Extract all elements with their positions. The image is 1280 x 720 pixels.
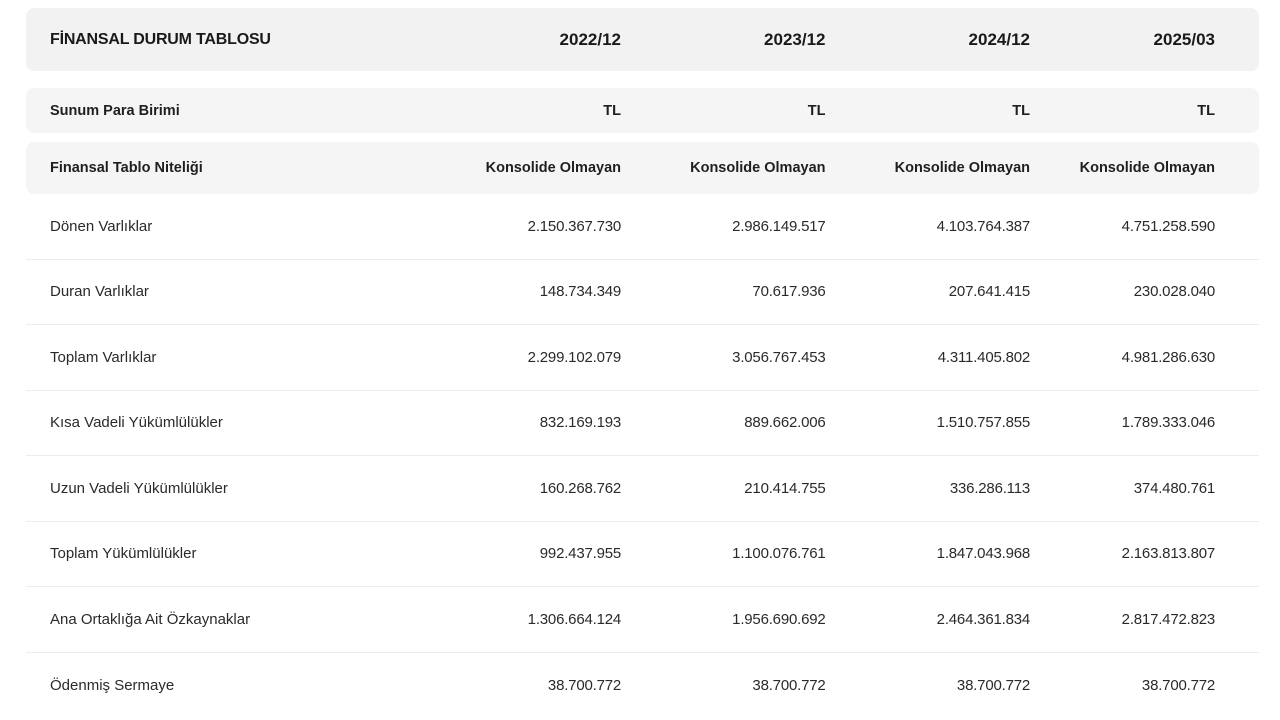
- row-value: 38.700.772: [752, 676, 826, 694]
- row-label: Toplam Varlıklar: [50, 348, 157, 366]
- row-label: Dönen Varlıklar: [50, 217, 153, 235]
- row-label: Kısa Vadeli Yükümlülükler: [50, 414, 223, 432]
- table-row: Duran Varlıklar 148.734.349 70.617.936 2…: [26, 260, 1259, 325]
- row-value: 160.268.762: [539, 479, 621, 497]
- row-value: 4.981.286.630: [1121, 348, 1216, 366]
- row-value: Konsolide Olmayan: [1079, 160, 1215, 176]
- row-value: 38.700.772: [547, 676, 621, 694]
- row-value: 4.103.764.387: [936, 217, 1031, 235]
- period-header: 2023/12: [764, 29, 826, 49]
- row-value: 230.028.040: [1133, 283, 1215, 301]
- table-row: Toplam Yükümlülükler 992.437.955 1.100.0…: [26, 522, 1259, 587]
- row-value: 2.163.813.807: [1121, 545, 1216, 563]
- row-value: 1.510.757.855: [936, 414, 1031, 432]
- currency-row: Sunum Para Birimi TL TL TL TL: [26, 88, 1259, 133]
- period-header: 2024/12: [968, 29, 1030, 49]
- period-header: 2022/12: [559, 29, 621, 49]
- row-value: TL: [603, 102, 621, 119]
- row-value: 4.311.405.802: [937, 348, 1030, 366]
- row-value: TL: [1012, 102, 1030, 119]
- row-value: 1.847.043.968: [936, 545, 1031, 563]
- row-value: 38.700.772: [1141, 676, 1215, 694]
- table-row: Ödenmiş Sermaye 38.700.772 38.700.772 38…: [26, 653, 1259, 719]
- row-label: Uzun Vadeli Yükümlülükler: [50, 479, 228, 497]
- row-value: 1.789.333.046: [1121, 414, 1216, 432]
- statement-type-row: Finansal Tablo Niteliği Konsolide Olmaya…: [26, 142, 1259, 194]
- table-row: Uzun Vadeli Yükümlülükler 160.268.762 21…: [26, 456, 1259, 522]
- table-header: FİNANSAL DURUM TABLOSU 2022/12 2023/12 2…: [26, 8, 1259, 71]
- row-value: 207.641.415: [948, 283, 1030, 301]
- row-value: 2.986.149.517: [732, 217, 826, 235]
- row-value: 889.662.006: [744, 414, 826, 432]
- row-label: Sunum Para Birimi: [50, 102, 180, 119]
- row-value: 2.299.102.079: [527, 348, 622, 366]
- row-value: Konsolide Olmayan: [894, 160, 1030, 176]
- table-row: Toplam Varlıklar 2.299.102.079 3.056.767…: [26, 325, 1259, 391]
- row-value: 374.480.761: [1133, 479, 1215, 497]
- row-label: Toplam Yükümlülükler: [50, 545, 197, 563]
- financial-statement-table: FİNANSAL DURUM TABLOSU 2022/12 2023/12 2…: [26, 8, 1259, 718]
- row-value: 1.100.076.761: [732, 545, 826, 563]
- row-value: 832.169.193: [539, 414, 621, 432]
- row-label: Duran Varlıklar: [50, 283, 149, 301]
- row-value: 336.286.113: [949, 479, 1030, 497]
- row-value: 4.751.258.590: [1121, 217, 1216, 235]
- period-header: 2025/03: [1153, 29, 1215, 49]
- row-value: TL: [807, 102, 826, 119]
- table-row: Ana Ortaklığa Ait Özkaynaklar 1.306.664.…: [26, 587, 1259, 653]
- row-value: TL: [1197, 102, 1215, 119]
- row-label: Ana Ortaklığa Ait Özkaynaklar: [50, 610, 251, 628]
- row-value: 1.956.690.692: [732, 610, 826, 628]
- row-value: 1.306.664.124: [527, 610, 622, 628]
- row-value: 148.734.349: [539, 283, 621, 301]
- table-row: Kısa Vadeli Yükümlülükler 832.169.193 88…: [26, 391, 1259, 456]
- row-value: 210.414.755: [744, 479, 826, 497]
- row-value: 2.150.367.730: [527, 217, 622, 235]
- row-value: 70.617.936: [752, 283, 826, 301]
- row-value: 2.817.472.823: [1121, 610, 1216, 628]
- row-value: 992.437.955: [539, 545, 621, 563]
- row-value: Konsolide Olmayan: [485, 160, 621, 176]
- row-label: Ödenmiş Sermaye: [50, 676, 175, 694]
- table-row: Dönen Varlıklar 2.150.367.730 2.986.149.…: [26, 194, 1259, 260]
- row-value: 3.056.767.453: [732, 348, 826, 366]
- row-label: Finansal Tablo Niteliği: [50, 160, 203, 176]
- row-value: 38.700.772: [956, 676, 1030, 694]
- row-value: 2.464.361.834: [936, 610, 1031, 628]
- table-title: FİNANSAL DURUM TABLOSU: [50, 30, 271, 48]
- row-value: Konsolide Olmayan: [690, 160, 826, 176]
